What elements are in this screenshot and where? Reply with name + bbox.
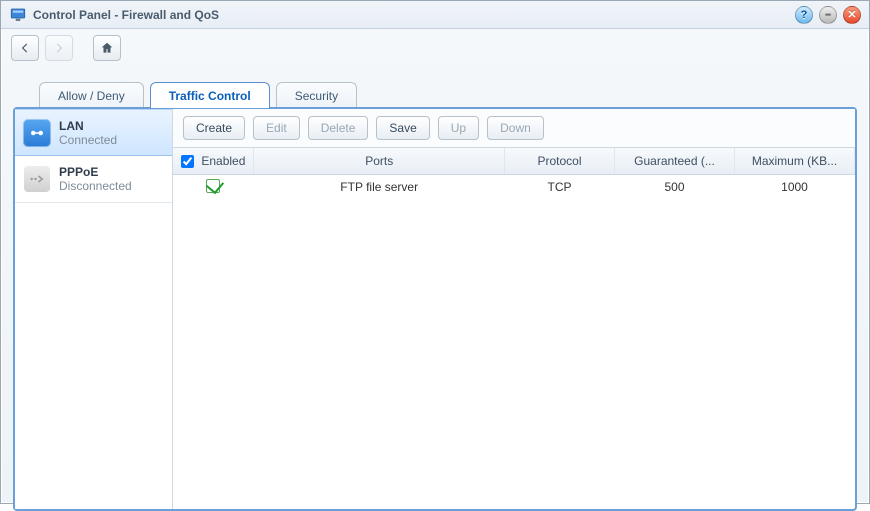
col-enabled[interactable]: Enabled: [173, 148, 254, 174]
col-maximum[interactable]: Maximum (KB...: [735, 148, 855, 174]
pppoe-icon: [23, 165, 51, 193]
help-button[interactable]: ?: [795, 6, 813, 24]
back-button[interactable]: [11, 35, 39, 61]
lan-icon: [23, 119, 51, 147]
sidebar-item-title: PPPoE: [59, 165, 132, 179]
minimize-button[interactable]: –: [819, 6, 837, 24]
forward-button[interactable]: [45, 35, 73, 61]
rules-panel: Create Edit Delete Save Up Down: [173, 109, 855, 509]
nav-toolbar: [1, 29, 869, 67]
row-enabled-checkbox[interactable]: [206, 179, 220, 193]
up-button[interactable]: Up: [438, 116, 479, 140]
pane: LAN Connected PPPoE Disconnected: [13, 107, 857, 511]
tab-allow-deny[interactable]: Allow / Deny: [39, 82, 144, 108]
tab-traffic-control[interactable]: Traffic Control: [150, 82, 270, 108]
titlebar: Control Panel - Firewall and QoS ? – ✕: [1, 1, 869, 29]
edit-button[interactable]: Edit: [253, 116, 300, 140]
tab-security[interactable]: Security: [276, 82, 357, 108]
sidebar-item-status: Connected: [59, 133, 117, 147]
close-button[interactable]: ✕: [843, 6, 861, 24]
content: Allow / Deny Traffic Control Security LA…: [13, 81, 857, 511]
arrow-left-icon: [18, 41, 32, 55]
cell-guaranteed: 500: [615, 174, 735, 200]
cell-ports: FTP file server: [254, 174, 505, 200]
save-button[interactable]: Save: [376, 116, 429, 140]
sidebar-item-pppoe[interactable]: PPPoE Disconnected: [15, 156, 172, 203]
col-enabled-label: Enabled: [201, 154, 245, 168]
window-title: Control Panel - Firewall and QoS: [33, 8, 219, 22]
interface-sidebar: LAN Connected PPPoE Disconnected: [15, 109, 173, 509]
down-button[interactable]: Down: [487, 116, 544, 140]
table-row[interactable]: FTP file server TCP 500 1000: [173, 174, 855, 200]
arrow-right-icon: [52, 41, 66, 55]
select-all-checkbox[interactable]: [181, 155, 194, 168]
sidebar-item-title: LAN: [59, 119, 117, 133]
window: Control Panel - Firewall and QoS ? – ✕ A…: [0, 0, 870, 504]
cell-protocol: TCP: [505, 174, 615, 200]
app-icon: [9, 6, 27, 24]
create-button[interactable]: Create: [183, 116, 245, 140]
rules-grid[interactable]: Enabled Ports Protocol Guaranteed (... M…: [173, 148, 855, 509]
col-protocol[interactable]: Protocol: [505, 148, 615, 174]
cell-maximum: 1000: [735, 174, 855, 200]
col-ports[interactable]: Ports: [254, 148, 505, 174]
home-button[interactable]: [93, 35, 121, 61]
home-icon: [100, 41, 114, 55]
col-guaranteed[interactable]: Guaranteed (...: [615, 148, 735, 174]
sidebar-item-lan[interactable]: LAN Connected: [15, 109, 172, 156]
rules-toolbar: Create Edit Delete Save Up Down: [173, 109, 855, 148]
tabs: Allow / Deny Traffic Control Security: [13, 81, 857, 107]
delete-button[interactable]: Delete: [308, 116, 369, 140]
sidebar-item-status: Disconnected: [59, 179, 132, 193]
